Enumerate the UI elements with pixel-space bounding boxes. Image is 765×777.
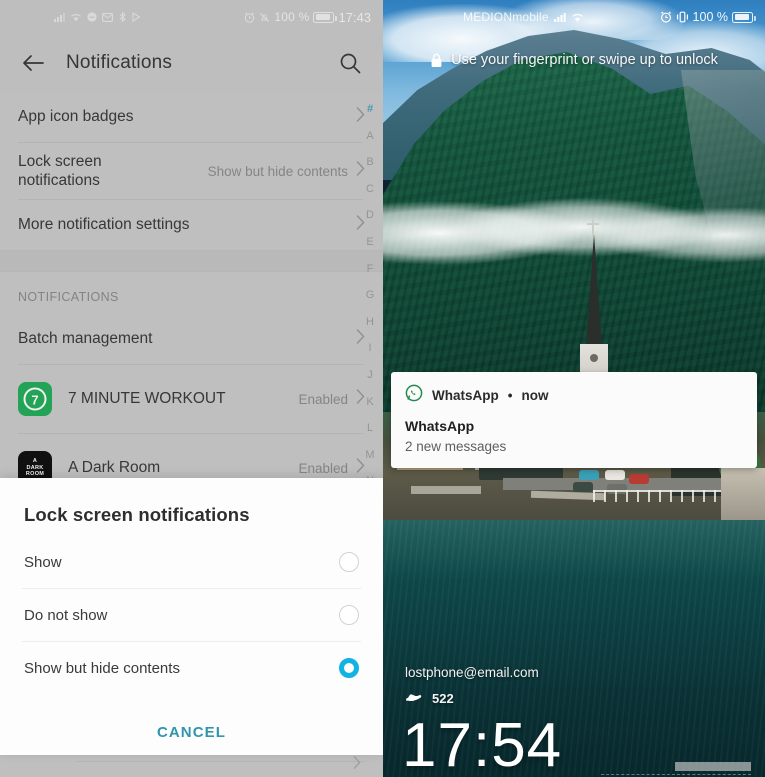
lock-screen-notifications-dialog: Lock screen notifications Show Do not sh… [0, 478, 383, 755]
church-spire [586, 234, 602, 346]
wallpaper-car [579, 470, 599, 480]
cancel-button[interactable]: CANCEL [157, 724, 226, 741]
notification-title: WhatsApp [405, 418, 475, 434]
carrier-name: MEDIONmobile [463, 10, 549, 24]
radio-button-show-but-hide-contents[interactable] [339, 658, 359, 678]
whatsapp-icon [405, 384, 423, 407]
option-label: Do not show [24, 606, 108, 624]
dialog-title: Lock screen notifications [24, 504, 250, 525]
wallpaper-car [573, 482, 593, 492]
bottom-strip-artifact [675, 762, 751, 771]
dialog-option-do-not-show[interactable]: Do not show [22, 589, 361, 641]
battery-icon [732, 11, 756, 23]
option-label: Show but hide contents [24, 659, 180, 677]
whatsapp-notification-card[interactable]: WhatsApp • now WhatsApp 2 new messages [391, 372, 757, 468]
notification-separator: • [507, 388, 513, 403]
lock-screen-phone-panel: MEDIONmobile 100 % Use your fingerprint … [383, 0, 765, 777]
right-status-bar: MEDIONmobile 100 % [383, 0, 765, 34]
option-label: Show [24, 553, 62, 571]
lock-icon [430, 53, 443, 68]
step-count-text: 522 [432, 691, 454, 707]
notification-body: 2 new messages [405, 439, 507, 454]
radio-button-do-not-show[interactable] [339, 605, 359, 625]
right-battery-text: 100 % [692, 10, 728, 24]
notification-app-name: WhatsApp [432, 388, 499, 403]
shoe-icon [405, 690, 423, 708]
unlock-hint-text: Use your fingerprint or swipe up to unlo… [451, 52, 718, 68]
radio-button-show[interactable] [339, 552, 359, 572]
wallpaper-car [629, 474, 649, 484]
wallpaper-car [605, 470, 625, 480]
vibrate-icon [676, 11, 689, 23]
step-counter: 522 [405, 690, 755, 708]
bottom-dashed-artifact [601, 774, 751, 775]
right-status-left: MEDIONmobile [395, 10, 584, 24]
settings-phone-panel: 100 % 17:43 Notifications App icon badge… [0, 0, 383, 777]
dialog-actions: CANCEL [22, 694, 361, 741]
right-status-right: 100 % [660, 10, 756, 24]
notification-header: WhatsApp • now [405, 384, 743, 407]
notification-time: now [521, 388, 549, 403]
owner-email-text: lostphone@email.com [405, 664, 539, 680]
unlock-hint: Use your fingerprint or swipe up to unlo… [383, 52, 765, 68]
dialog-option-show-but-hide-contents[interactable]: Show but hide contents [22, 642, 361, 694]
wifi-icon [571, 12, 584, 23]
dual-phone-screenshot: 100 % 17:43 Notifications App icon badge… [0, 0, 765, 777]
lock-screen-bottom-info: lostphone@email.com 522 17:54 [402, 664, 755, 777]
signal-icon [553, 12, 566, 22]
wallpaper-dock [411, 486, 481, 494]
alarm-icon [660, 11, 672, 23]
wallpaper-railing [593, 490, 737, 492]
dialog-option-show[interactable]: Show [22, 536, 361, 588]
